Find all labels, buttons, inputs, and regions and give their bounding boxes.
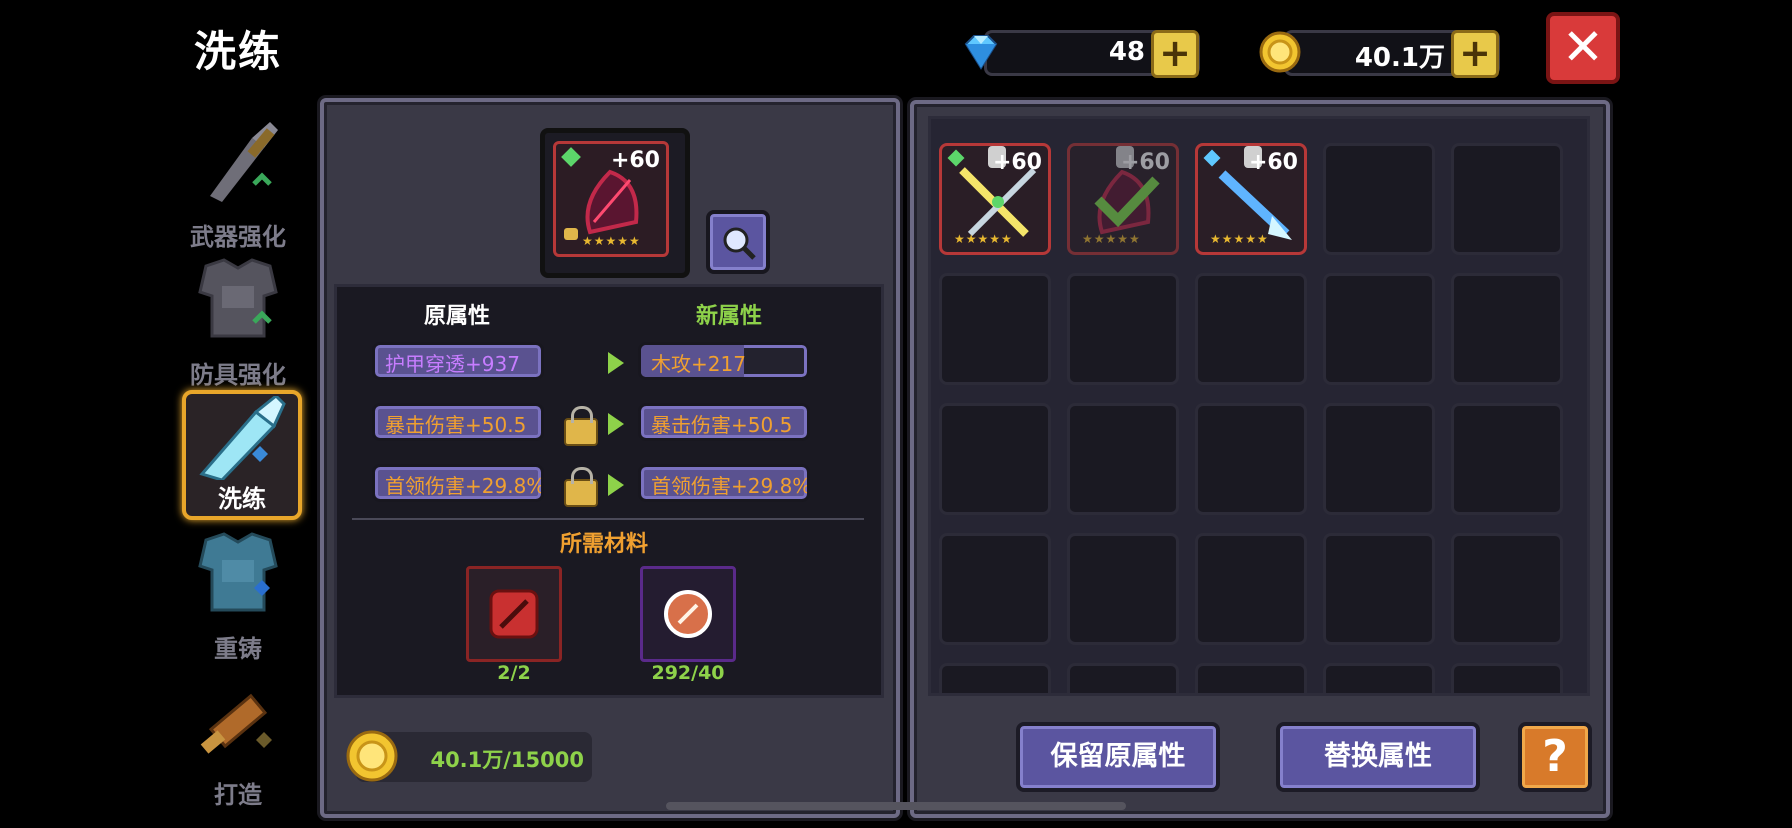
page-title: 洗练 <box>194 27 283 76</box>
replace-attributes-button[interactable]: 替换属性 <box>1276 722 1480 792</box>
lock-icon <box>564 228 578 240</box>
new-attribute-1-text: 木攻+217 <box>651 352 746 376</box>
item-level: +60 <box>1120 150 1170 175</box>
arrow-icon <box>608 352 624 374</box>
item-level: +60 <box>1248 150 1298 175</box>
empty-slot[interactable] <box>1195 533 1307 645</box>
empty-slot[interactable] <box>1451 663 1563 693</box>
empty-slot[interactable] <box>1195 273 1307 385</box>
old-attribute-3: 首领伤害+29.8% <box>372 464 544 502</box>
sidebar-item-label: 洗练 <box>218 485 266 513</box>
old-attributes-header: 原属性 <box>424 304 491 329</box>
sidebar-item-reforge-attributes[interactable]: 洗练 <box>182 390 302 520</box>
item-level: +60 <box>992 150 1042 175</box>
lock-icon[interactable] <box>564 467 598 507</box>
material-slot-1[interactable] <box>466 566 562 662</box>
arrow-icon <box>608 474 624 496</box>
material-count-2: 292/40 <box>651 662 725 684</box>
item-stars: ★★★★★ <box>582 234 641 248</box>
ice-spear-icon <box>1218 170 1292 240</box>
empty-slot[interactable] <box>1195 663 1307 693</box>
gem-count: 48 <box>1108 37 1145 67</box>
coin-count: 40.1万 <box>1354 43 1445 73</box>
empty-slot[interactable] <box>939 663 1051 693</box>
cost-text: 40.1万/15000 <box>430 748 584 772</box>
sidebar-item-label: 武器强化 <box>190 223 286 251</box>
inventory-grid: +60 ★★★★★ +60 ★★★★★ +60 ★★★★★ <box>928 116 1590 696</box>
keep-original-button[interactable]: 保留原属性 <box>1016 722 1220 792</box>
home-indicator <box>666 802 1126 810</box>
new-attribute-3: 首领伤害+29.8% <box>638 464 810 502</box>
inventory-item[interactable]: +60 ★★★★★ <box>939 143 1051 255</box>
empty-slot[interactable] <box>1067 403 1179 515</box>
coin-icon <box>344 728 400 784</box>
sword-icon <box>210 122 278 202</box>
empty-slot[interactable] <box>1451 143 1563 255</box>
add-gems-button[interactable]: + <box>1151 30 1199 78</box>
lock-icon[interactable] <box>564 406 598 446</box>
inventory-item-selected[interactable]: +60 ★★★★★ <box>1067 143 1179 255</box>
new-attributes-header: 新属性 <box>696 304 763 329</box>
item-stars: ★★★★★ <box>1210 232 1269 246</box>
empty-slot[interactable] <box>1067 533 1179 645</box>
empty-slot[interactable] <box>1451 403 1563 515</box>
add-coins-button[interactable]: + <box>1451 30 1499 78</box>
old-attribute-2: 暴击伤害+50.5 <box>372 403 544 441</box>
empty-slot[interactable] <box>939 273 1051 385</box>
empty-slot[interactable] <box>1323 273 1435 385</box>
empty-slot[interactable] <box>1451 533 1563 645</box>
divider <box>352 518 864 520</box>
sidebar-item-weapon-enhance[interactable]: 武器强化 <box>178 118 298 251</box>
red-stone-icon <box>489 589 539 639</box>
item-level: +60 <box>610 148 660 173</box>
magnifier-icon <box>723 227 756 260</box>
empty-slot[interactable] <box>1195 403 1307 515</box>
close-button[interactable]: ✕ <box>1546 12 1620 84</box>
help-button[interactable]: ? <box>1518 722 1592 792</box>
armor-icon <box>198 258 278 338</box>
gem-counter: 48 + <box>984 30 1200 78</box>
sidebar-item-label: 重铸 <box>214 635 262 663</box>
coin-counter: 40.1万 + <box>1284 30 1500 78</box>
new-attribute-2: 暴击伤害+50.5 <box>638 403 810 441</box>
crystal-sword-icon <box>199 396 286 480</box>
inventory-item[interactable]: +60 ★★★★★ <box>1195 143 1307 255</box>
gem-icon <box>960 30 1002 72</box>
sidebar-item-label: 打造 <box>214 781 262 809</box>
copper-coin-icon <box>664 590 712 638</box>
empty-slot[interactable] <box>1067 663 1179 693</box>
coin-icon <box>1258 30 1302 74</box>
empty-slot[interactable] <box>939 533 1051 645</box>
sidebar-item-label: 防具强化 <box>190 361 286 389</box>
materials-header: 所需材料 <box>560 532 649 557</box>
dark-bow-icon <box>585 169 639 235</box>
empty-slot[interactable] <box>1323 663 1435 693</box>
hammer-icon <box>200 693 272 754</box>
empty-slot[interactable] <box>1067 273 1179 385</box>
empty-slot[interactable] <box>1451 273 1563 385</box>
empty-slot[interactable] <box>1323 143 1435 255</box>
arrow-icon <box>608 413 624 435</box>
material-count-1: 2/2 <box>497 662 531 684</box>
new-attribute-1: 木攻+217 <box>638 342 810 380</box>
item-stars: ★★★★★ <box>954 232 1013 246</box>
old-attribute-1: 护甲穿透+937 <box>372 342 544 380</box>
empty-slot[interactable] <box>1323 403 1435 515</box>
sidebar-item-recast[interactable]: 重铸 <box>178 530 298 663</box>
equipped-item-slot[interactable]: +60 ★★★★★ <box>540 128 690 278</box>
inspect-button[interactable] <box>706 210 770 274</box>
item-stars: ★★★★★ <box>1082 232 1141 246</box>
sidebar-item-forge[interactable]: 打造 <box>178 676 298 809</box>
material-slot-2[interactable] <box>640 566 736 662</box>
chestplate-icon <box>198 532 278 612</box>
sidebar-item-armor-enhance[interactable]: 防具强化 <box>178 256 298 389</box>
checkmark-icon <box>1094 176 1160 228</box>
golden-sword-icon <box>959 167 1037 237</box>
empty-slot[interactable] <box>1323 533 1435 645</box>
empty-slot[interactable] <box>939 403 1051 515</box>
